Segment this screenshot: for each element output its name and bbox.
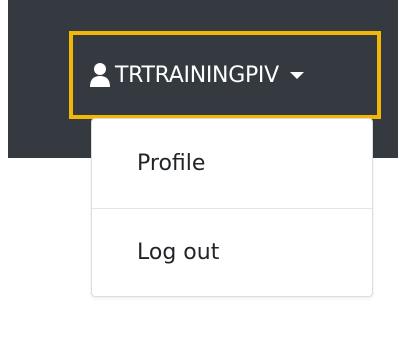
page: TRTRAININGPIV Profile Log out <box>0 0 398 338</box>
menu-item-profile[interactable]: Profile <box>92 119 372 207</box>
menu-item-profile-label: Profile <box>137 150 206 176</box>
user-menu-toggle[interactable]: TRTRAININGPIV <box>69 31 381 119</box>
username-label: TRTRAININGPIV <box>115 62 279 88</box>
menu-item-logout[interactable]: Log out <box>92 208 372 296</box>
user-icon <box>89 62 111 88</box>
menu-item-logout-label: Log out <box>137 239 220 265</box>
caret-down-icon <box>289 71 304 79</box>
user-dropdown-menu: Profile Log out <box>91 118 373 297</box>
